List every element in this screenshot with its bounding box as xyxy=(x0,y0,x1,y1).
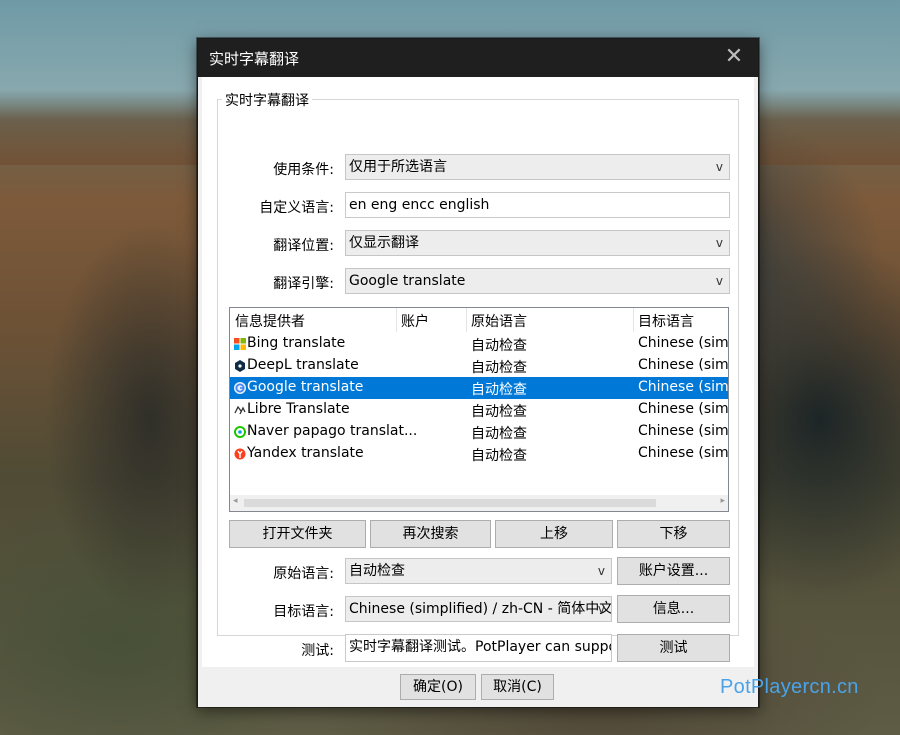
chevron-down-icon: v xyxy=(715,160,723,174)
open-folder-button[interactable]: 打开文件夹 xyxy=(229,520,366,548)
list-item[interactable]: DeepL translate 自动检查 Chinese (simpli xyxy=(230,355,728,377)
target-lang-cell: Chinese (simpli xyxy=(638,357,729,373)
provider-name: Yandex translate xyxy=(247,445,364,461)
list-item[interactable]: Bing translate 自动检查 Chinese (simpli xyxy=(230,333,728,355)
test-button[interactable]: 测试 xyxy=(617,634,730,662)
condition-dropdown[interactable]: 仅用于所选语言 v xyxy=(345,154,730,180)
column-divider[interactable] xyxy=(396,308,397,332)
list-item[interactable]: Yandex translate 自动检查 Chinese (simpli xyxy=(230,443,728,465)
target-lang-cell: Chinese (simpli xyxy=(638,335,729,351)
account-settings-button[interactable]: 账户设置... xyxy=(617,557,730,585)
info-button[interactable]: 信息... xyxy=(617,595,730,623)
test-input-value: 实时字幕翻译测试。PotPlayer can support xyxy=(349,639,612,655)
provider-name: Bing translate xyxy=(247,335,346,351)
horizontal-scrollbar[interactable]: ◂ ▸ xyxy=(230,495,728,511)
title-bar[interactable]: 实时字幕翻译 ✕ xyxy=(198,39,758,77)
scrollbar-thumb[interactable] xyxy=(244,499,656,507)
scroll-right-icon[interactable]: ▸ xyxy=(720,496,725,506)
papago-icon xyxy=(234,426,246,438)
condition-value: 仅用于所选语言 xyxy=(349,159,447,175)
source-language-label: 原始语言: xyxy=(273,566,334,582)
chevron-down-icon: v xyxy=(597,602,605,616)
bing-icon xyxy=(234,338,246,350)
condition-label: 使用条件: xyxy=(273,162,334,178)
realtime-subtitle-translation-dialog: 实时字幕翻译 ✕ 实时字幕翻译 使用条件: 仅用于所选语言 v 自定义语言: e… xyxy=(197,38,759,707)
target-lang-cell: Chinese (simpli xyxy=(638,423,729,439)
test-label: 测试: xyxy=(301,643,334,659)
provider-name: Naver papago translat... xyxy=(247,423,418,439)
target-language-dropdown[interactable]: Chinese (simplified) / zh-CN - 简体中文 v xyxy=(345,596,612,622)
provider-name: Google translate xyxy=(247,379,364,395)
libre-icon xyxy=(234,405,246,415)
search-again-button[interactable]: 再次搜索 xyxy=(370,520,491,548)
source-lang-cell: 自动检查 xyxy=(471,382,527,398)
yandex-icon xyxy=(234,448,246,460)
custom-language-input[interactable]: en eng encc english xyxy=(345,192,730,218)
custom-language-label: 自定义语言: xyxy=(259,200,334,216)
column-header-source[interactable]: 原始语言 xyxy=(471,311,527,331)
watermark-text: PotPlayercn.cn xyxy=(720,676,859,698)
target-lang-cell: Chinese (simpli xyxy=(638,401,729,417)
close-icon[interactable]: ✕ xyxy=(720,43,748,71)
window-title: 实时字幕翻译 xyxy=(209,50,300,68)
column-header-provider[interactable]: 信息提供者 xyxy=(235,311,305,331)
target-lang-cell: Chinese (simpli xyxy=(638,379,729,395)
deepl-icon xyxy=(235,360,245,372)
source-lang-cell: 自动检查 xyxy=(471,338,527,354)
cancel-button[interactable]: 取消(C) xyxy=(481,674,554,700)
position-value: 仅显示翻译 xyxy=(349,235,419,251)
source-lang-cell: 自动检查 xyxy=(471,360,527,376)
position-dropdown[interactable]: 仅显示翻译 v xyxy=(345,230,730,256)
move-up-button[interactable]: 上移 xyxy=(495,520,613,548)
source-language-dropdown[interactable]: 自动检查 v xyxy=(345,558,612,584)
chevron-down-icon: v xyxy=(715,236,723,250)
target-language-value: Chinese (simplified) / zh-CN - 简体中文 xyxy=(349,601,612,617)
engine-dropdown[interactable]: Google translate v xyxy=(345,268,730,294)
provider-name: Libre Translate xyxy=(247,401,350,417)
google-icon xyxy=(234,382,246,394)
column-divider[interactable] xyxy=(633,308,634,332)
scroll-left-icon[interactable]: ◂ xyxy=(233,496,238,506)
engine-value: Google translate xyxy=(349,273,466,289)
custom-language-value: en eng encc english xyxy=(349,197,490,213)
column-header-target[interactable]: 目标语言 xyxy=(638,311,694,331)
list-item[interactable]: Libre Translate 自动检查 Chinese (simpli xyxy=(230,399,728,421)
position-label: 翻译位置: xyxy=(273,238,334,254)
dialog-button-bar: 确定(O) 取消(C) xyxy=(198,667,758,707)
provider-list[interactable]: 信息提供者 账户 原始语言 目标语言 Bing translate 自动检查 C… xyxy=(229,307,729,512)
list-header: 信息提供者 账户 原始语言 目标语言 xyxy=(230,308,728,332)
list-item-selected[interactable]: Google translate 自动检查 Chinese (simpli xyxy=(230,377,728,399)
target-language-label: 目标语言: xyxy=(273,604,334,620)
column-header-account[interactable]: 账户 xyxy=(401,311,429,331)
chevron-down-icon: v xyxy=(715,274,723,288)
column-divider[interactable] xyxy=(466,308,467,332)
source-lang-cell: 自动检查 xyxy=(471,404,527,420)
provider-name: DeepL translate xyxy=(247,357,359,373)
list-item[interactable]: Naver papago translat... 自动检查 Chinese (s… xyxy=(230,421,728,443)
engine-label: 翻译引擎: xyxy=(273,276,334,292)
source-lang-cell: 自动检查 xyxy=(471,426,527,442)
test-input[interactable]: 实时字幕翻译测试。PotPlayer can support xyxy=(345,634,612,662)
ok-button[interactable]: 确定(O) xyxy=(400,674,476,700)
source-lang-cell: 自动检查 xyxy=(471,448,527,464)
group-title: 实时字幕翻译 xyxy=(222,90,312,110)
move-down-button[interactable]: 下移 xyxy=(617,520,730,548)
target-lang-cell: Chinese (simpli xyxy=(638,445,729,461)
chevron-down-icon: v xyxy=(597,564,605,578)
source-language-value: 自动检查 xyxy=(349,563,405,579)
dialog-content: 实时字幕翻译 使用条件: 仅用于所选语言 v 自定义语言: en eng enc… xyxy=(202,77,754,667)
